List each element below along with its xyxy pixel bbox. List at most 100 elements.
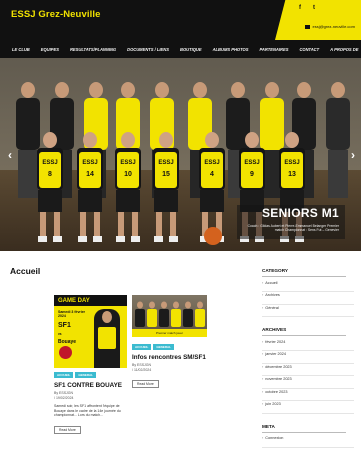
page-title: Accueil xyxy=(10,266,41,276)
post-tags: ACCUEIL GENERAL xyxy=(54,372,128,378)
post-byline: By ESSJGN / 19/02/2024 xyxy=(54,391,128,400)
archive-item[interactable]: › janvier 2024 xyxy=(262,352,354,364)
meta-item[interactable]: › Connexion xyxy=(262,436,354,448)
poster-vs: vs xyxy=(58,332,62,336)
nav-item-documents[interactable]: DOCUMENTS / LIENS xyxy=(127,47,169,52)
svg-text:8: 8 xyxy=(48,171,52,178)
sidebar: CATEGORY › Accueil › Archives › Général ARC… xyxy=(262,268,354,458)
category-label: Archives xyxy=(265,293,280,298)
hero-slider[interactable]: ESSJ 8 ESSJ 14 ESSJ 10 ESSJ 15 ESSJ 4 ESSJ 9 ESSJ 13 … xyxy=(0,58,361,251)
archive-label: janvier 2024 xyxy=(265,352,286,357)
svg-text:9: 9 xyxy=(250,171,254,178)
archive-item[interactable]: › juin 2023 xyxy=(262,402,354,414)
category-label: Général xyxy=(265,305,279,310)
twitter-icon[interactable]: t xyxy=(313,5,315,11)
post-byline: By ESSJGN / 11/02/2024 xyxy=(132,363,208,372)
archive-label: novembre 2023 xyxy=(265,377,292,382)
read-more-button[interactable]: Read More xyxy=(132,380,159,388)
post-card: GAME DAY Samedi 3 février 2024 SF1 vs Bo… xyxy=(54,295,128,436)
archive-label: février 2024 xyxy=(265,339,286,344)
player-shirt xyxy=(98,327,116,349)
nav-item-le-club[interactable]: LE CLUB xyxy=(12,47,30,52)
poster-player xyxy=(94,309,120,368)
read-more-button[interactable]: Read More xyxy=(54,425,81,434)
svg-text:4: 4 xyxy=(210,171,214,178)
nav-item-equipes[interactable]: EQUIPES xyxy=(41,47,59,52)
archive-label: octobre 2023 xyxy=(265,389,288,394)
svg-text:ESSJ: ESSJ xyxy=(284,160,299,166)
post-title[interactable]: SF1 CONTRE BOUAYE xyxy=(54,382,128,389)
nav-item-resultats[interactable]: RESULTATS/PLANNING xyxy=(70,47,116,52)
widget-title: CATEGORY xyxy=(262,268,289,273)
category-item[interactable]: › Général xyxy=(262,306,354,318)
facebook-icon[interactable]: f xyxy=(299,5,301,11)
nav-item-partenaires[interactable]: PARTENAIRES xyxy=(259,47,288,52)
thumbnail-label: Premier match jouer xyxy=(132,329,207,337)
team-thumbnail[interactable]: Premier match jouer xyxy=(132,295,207,337)
contact-email[interactable]: essj@grez-neuville.com xyxy=(305,24,355,29)
archives-widget: ARCHIVES › février 2024 › janvier 2024 › dé… xyxy=(262,327,354,414)
post-date: / 11/02/2024 xyxy=(132,367,152,372)
category-item[interactable]: › Accueil xyxy=(262,281,354,293)
chevron-right-icon: › xyxy=(262,339,264,344)
envelope-icon xyxy=(305,24,311,29)
archive-label: décembre 2023 xyxy=(265,364,292,369)
slider-next-arrow[interactable]: › xyxy=(351,148,355,162)
svg-text:13: 13 xyxy=(288,171,296,178)
post-tags: ACCUEIL GENERAL xyxy=(132,344,208,350)
nav-item-a-propos[interactable]: A PROPOS DE xyxy=(330,47,358,52)
nav-item-albums[interactable]: ALBUMS PHOTOS xyxy=(213,47,249,52)
post-excerpt: Samedi soir, les SF1 affrontent l'équipe… xyxy=(54,404,121,418)
email-text: essj@grez-neuville.com xyxy=(312,24,355,29)
svg-text:ESSJ: ESSJ xyxy=(244,160,259,166)
chevron-right-icon: › xyxy=(262,402,264,407)
meta-widget: META › Connexion xyxy=(262,424,354,448)
archive-item[interactable]: › décembre 2023 xyxy=(262,365,354,377)
chevron-right-icon: › xyxy=(262,305,264,310)
site-title[interactable]: ESSJ Grez-Neuville xyxy=(11,9,100,20)
archive-item[interactable]: › octobre 2023 xyxy=(262,390,354,402)
tag-general[interactable]: GENERAL xyxy=(153,344,175,350)
nav-item-contact[interactable]: CONTACT xyxy=(299,47,319,52)
thumb-player xyxy=(171,301,181,327)
chevron-right-icon: › xyxy=(262,436,264,441)
poster-date: Samedi 3 février 2024 xyxy=(58,310,86,318)
game-day-poster[interactable]: GAME DAY Samedi 3 février 2024 SF1 vs Bo… xyxy=(54,295,127,368)
poster-headline: GAME DAY xyxy=(58,298,90,304)
svg-text:ESSJ: ESSJ xyxy=(120,160,135,166)
basketball-icon xyxy=(204,227,222,245)
archive-item[interactable]: › novembre 2023 xyxy=(262,377,354,389)
svg-text:14: 14 xyxy=(86,171,94,178)
post-author[interactable]: By ESSJGN xyxy=(54,391,73,395)
nav-item-boutique[interactable]: BOUTIQUE xyxy=(180,47,202,52)
thumb-player xyxy=(147,301,157,327)
tag-accueil[interactable]: ACCUEIL xyxy=(132,344,152,350)
social-links: f t xyxy=(299,5,315,11)
category-widget: CATEGORY › Accueil › Archives › Général xyxy=(262,268,354,318)
svg-text:ESSJ: ESSJ xyxy=(158,160,173,166)
thumb-player xyxy=(183,301,193,327)
top-header: ESSJ Grez-Neuville f t essj@grez-neuvill… xyxy=(0,0,361,40)
tag-general[interactable]: GENERAL xyxy=(75,372,97,378)
post-card: Premier match jouer ACCUEIL GENERAL Info… xyxy=(132,295,208,390)
category-item[interactable]: › Archives xyxy=(262,293,354,305)
chevron-right-icon: › xyxy=(262,280,264,285)
slider-prev-arrow[interactable]: ‹ xyxy=(8,148,12,162)
slide-subtitle: Coach : Gildas Aubert et Pierre-Emmanuel… xyxy=(247,224,339,233)
meta-label: Connexion xyxy=(265,436,284,441)
thumb-player xyxy=(159,301,169,327)
meta-list: › Connexion xyxy=(262,436,354,448)
front-row-player: ESSJ 14 xyxy=(77,132,103,242)
tag-accueil[interactable]: ACCUEIL xyxy=(54,372,74,378)
post-author[interactable]: By ESSJGN xyxy=(132,363,151,367)
archive-item[interactable]: › février 2024 xyxy=(262,340,354,352)
poster-opponent: Bouaye xyxy=(58,339,77,345)
back-row-person xyxy=(326,82,350,198)
front-row-player: ESSJ 15 xyxy=(153,132,179,242)
post-title[interactable]: Infos rencontres SM/SF1 xyxy=(132,354,208,361)
front-row-player: ESSJ 8 xyxy=(37,132,63,242)
widget-divider xyxy=(262,276,346,277)
chevron-right-icon: › xyxy=(262,377,264,382)
archive-label: juin 2023 xyxy=(265,402,281,407)
back-row-person xyxy=(16,82,40,198)
